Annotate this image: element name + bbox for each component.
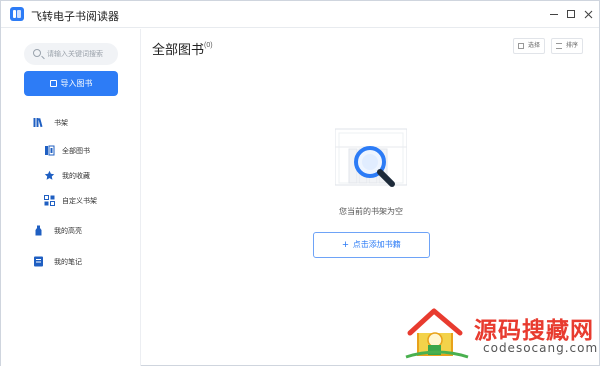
highlighter-icon bbox=[35, 225, 42, 236]
minimize-icon bbox=[550, 13, 558, 15]
sidebar-item-label: 我的收藏 bbox=[62, 173, 90, 180]
watermark-url: codesocang.com bbox=[483, 341, 599, 355]
add-books-label: 点击添加书籍 bbox=[352, 240, 401, 249]
sort-icon bbox=[556, 43, 562, 49]
app-title: 飞转电子书阅读器 bbox=[31, 11, 119, 23]
search-icon bbox=[33, 49, 41, 57]
watermark: 源码搜藏网 codesocang.com bbox=[404, 303, 600, 365]
book-count: (0) bbox=[204, 42, 213, 49]
star-icon bbox=[44, 170, 55, 180]
plus-icon: + bbox=[342, 239, 349, 251]
sort-button[interactable]: 排序 bbox=[551, 38, 584, 54]
import-books-label: 导入图书 bbox=[60, 79, 93, 88]
sidebar-item-label: 书架 bbox=[54, 120, 68, 127]
search-box[interactable] bbox=[24, 43, 118, 65]
search-input[interactable] bbox=[47, 47, 115, 61]
select-label: 选择 bbox=[528, 43, 541, 49]
sort-label: 排序 bbox=[566, 43, 579, 49]
house-logo-icon bbox=[405, 308, 469, 359]
maximize-icon bbox=[567, 10, 575, 19]
sidebar-item-label: 我的笔记 bbox=[54, 259, 82, 266]
all-books-icon bbox=[45, 145, 55, 156]
sidebar-item-label: 自定义书架 bbox=[62, 198, 97, 205]
sidebar: 导入图书 书架 全部图书 我的收藏 bbox=[1, 29, 141, 366]
select-icon bbox=[518, 43, 524, 49]
add-books-button[interactable]: + 点击添加书籍 bbox=[313, 232, 430, 258]
app-window: 飞转电子书阅读器 导入图书 书架 bbox=[0, 0, 600, 366]
maximize-button[interactable] bbox=[563, 6, 579, 22]
import-books-button[interactable]: 导入图书 bbox=[24, 71, 118, 96]
watermark-title: 源码搜藏网 bbox=[474, 317, 594, 343]
page-title: 全部图书 bbox=[152, 42, 205, 57]
minimize-button[interactable] bbox=[546, 6, 562, 22]
app-logo-icon bbox=[10, 7, 24, 21]
select-button[interactable]: 选择 bbox=[513, 38, 546, 54]
notes-icon bbox=[34, 256, 43, 267]
sidebar-item-label: 我的高亮 bbox=[54, 228, 82, 235]
grid-icon bbox=[44, 195, 55, 206]
bookshelf-icon bbox=[33, 118, 43, 128]
close-button[interactable] bbox=[580, 6, 596, 22]
close-icon bbox=[584, 10, 592, 18]
import-icon bbox=[49, 80, 57, 87]
empty-shelf-illustration bbox=[335, 128, 407, 187]
empty-state-message: 您当前的书架为空 bbox=[339, 207, 403, 216]
sidebar-item-label: 全部图书 bbox=[62, 148, 90, 155]
title-bar: 飞转电子书阅读器 bbox=[1, 1, 599, 28]
